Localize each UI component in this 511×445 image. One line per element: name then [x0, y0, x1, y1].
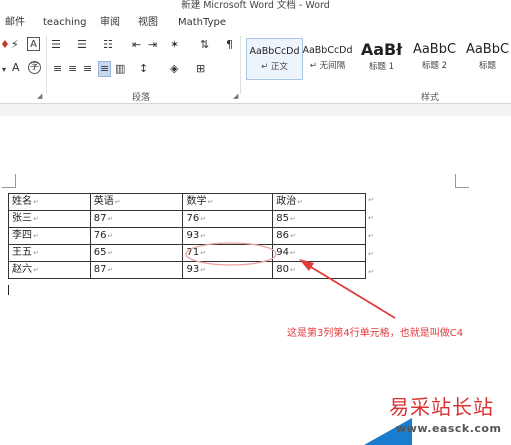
- c4-highlight-ellipse: [185, 242, 277, 266]
- annotation-arrow-head: [299, 259, 314, 271]
- watermark-url: www.easck.com: [396, 422, 502, 435]
- watermark-text: 易采站长站: [389, 395, 494, 419]
- annotation-text: 这是第3列第4行单元格，也就是叫做C4: [287, 328, 464, 339]
- annotation-arrow-line: [305, 263, 396, 319]
- annotation-overlay: [185, 242, 396, 319]
